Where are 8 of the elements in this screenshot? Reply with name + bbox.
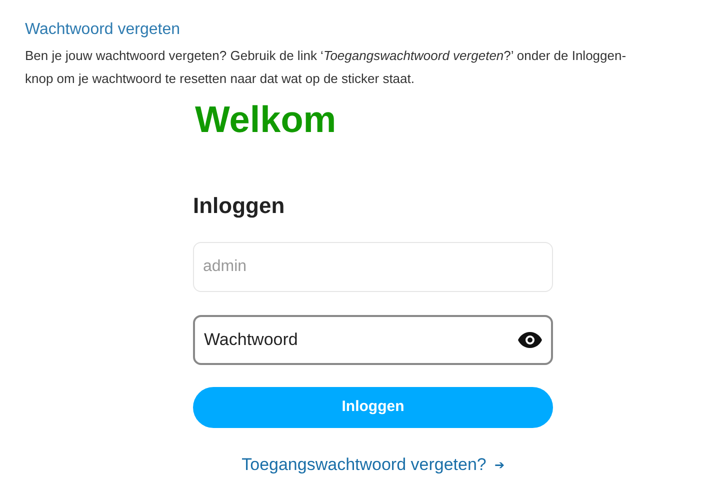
username-field[interactable]: admin — [193, 242, 553, 292]
forgot-password-link[interactable]: Toegangswachtwoord vergeten? ➔ — [242, 452, 504, 478]
login-heading: Inloggen — [193, 192, 285, 220]
password-field[interactable]: Wachtwoord — [193, 315, 553, 365]
instruction-paragraph: Ben je jouw wachtwoord vergeten? Gebruik de link ‘Toegangswachtwoord vergeten?’ onder de Inloggen-knop om je wachtwoord te resetten naar dat wat op de sticker staat. — [25, 47, 628, 88]
section-heading: Wachtwoord vergeten — [25, 20, 180, 40]
welcome-title: Welkom — [195, 98, 336, 142]
eye-icon[interactable] — [518, 332, 542, 348]
